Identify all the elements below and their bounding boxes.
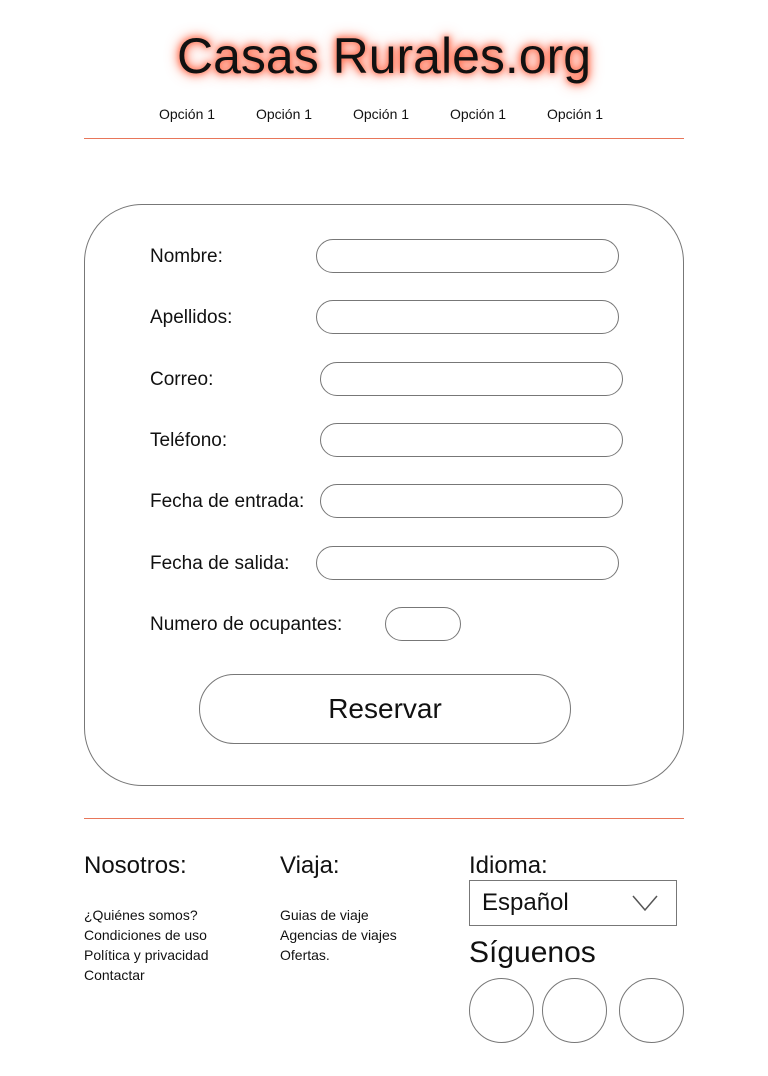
correo-input[interactable] [320,362,623,396]
correo-label: Correo: [150,369,214,390]
footer-link-quienes-somos[interactable]: ¿Quiénes somos? [84,905,209,925]
footer-divider [84,818,684,819]
nombre-input[interactable] [316,239,619,273]
nav-item-5[interactable]: Opción 1 [547,105,603,123]
fecha-entrada-label: Fecha de entrada: [150,491,305,512]
nombre-label: Nombre: [150,246,223,267]
footer-link-ofertas[interactable]: Ofertas. [280,945,397,965]
nav-item-3[interactable]: Opción 1 [353,105,409,123]
footer-link-guias[interactable]: Guias de viaje [280,905,397,925]
telefono-input[interactable] [320,423,623,457]
idioma-heading: Idioma: [469,852,548,879]
footer-link-privacidad[interactable]: Política y privacidad [84,945,209,965]
footer-link-agencias[interactable]: Agencias de viajes [280,925,397,945]
siguenos-heading: Síguenos [469,936,596,969]
viaja-links: Guias de viaje Agencias de viajes Oferta… [280,905,397,965]
chevron-down-icon [632,895,658,912]
nav-item-2[interactable]: Opción 1 [256,105,312,123]
social-icon-2[interactable] [542,978,607,1043]
nav-item-4[interactable]: Opción 1 [450,105,506,123]
site-title: Casas Rurales.org [176,28,592,84]
nav-item-1[interactable]: Opción 1 [159,105,215,123]
fecha-salida-input[interactable] [316,546,619,580]
fecha-salida-label: Fecha de salida: [150,553,290,574]
viaja-heading: Viaja: [280,852,340,879]
social-icon-1[interactable] [469,978,534,1043]
ocupantes-input[interactable] [385,607,461,641]
footer-link-contactar[interactable]: Contactar [84,965,209,985]
reservar-button[interactable]: Reservar [199,674,571,744]
apellidos-input[interactable] [316,300,619,334]
language-select[interactable]: Español [469,880,677,926]
language-select-value: Español [482,889,569,916]
fecha-entrada-input[interactable] [320,484,623,518]
apellidos-label: Apellidos: [150,307,233,328]
nosotros-heading: Nosotros: [84,852,187,879]
booking-form: Nombre: Apellidos: Correo: Teléfono: Fec… [84,204,684,786]
ocupantes-label: Numero de ocupantes: [150,614,343,635]
nosotros-links: ¿Quiénes somos? Condiciones de uso Polít… [84,905,209,985]
footer-link-condiciones[interactable]: Condiciones de uso [84,925,209,945]
telefono-label: Teléfono: [150,430,228,451]
header-divider [84,138,684,139]
main-nav: Opción 1 Opción 1 Opción 1 Opción 1 Opci… [140,105,625,125]
social-icon-3[interactable] [619,978,684,1043]
